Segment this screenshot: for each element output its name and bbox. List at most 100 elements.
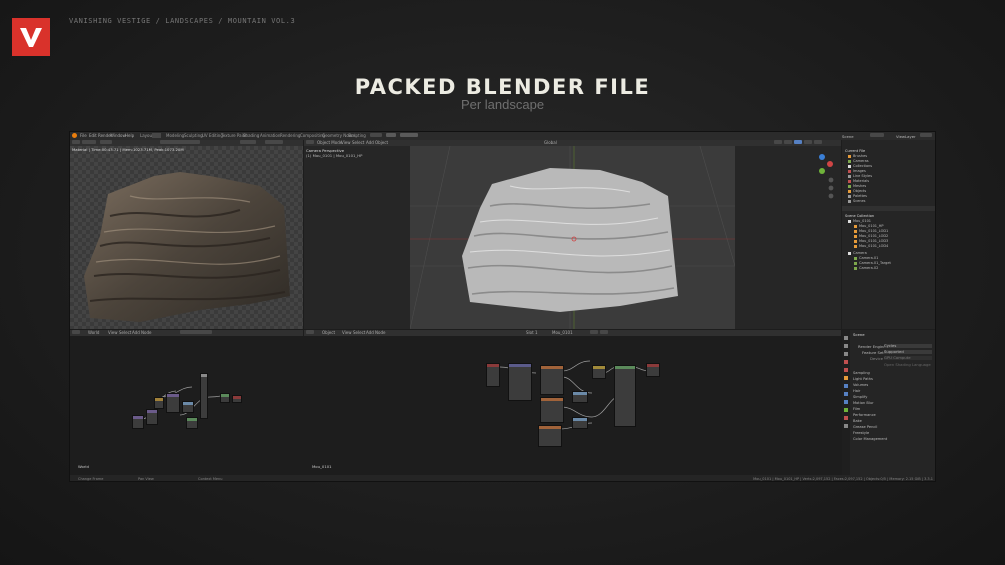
composite-field[interactable] [265,140,283,144]
viewport-left-margin[interactable]: Camera Perspective (1) Mou_0101 | Mou_01… [304,146,410,329]
shader-node[interactable] [486,363,500,387]
outliner-category[interactable]: Scenes [848,199,866,203]
world-selector[interactable] [180,330,212,334]
object-tab-icon[interactable] [844,376,848,380]
node-menu-node[interactable]: Node [141,330,151,336]
camera-view[interactable] [410,146,735,329]
section-film[interactable]: Film [853,407,860,412]
render-result-field[interactable] [160,140,200,144]
outliner-category[interactable]: Palettes [848,194,867,198]
shader-menu-select[interactable]: Select [353,330,365,336]
shader-node[interactable] [132,415,144,429]
section-hair[interactable]: Hair [853,389,860,394]
outliner-category[interactable]: Collections [848,164,872,168]
outliner-item[interactable]: Mou_0101 [848,219,871,223]
material-slot[interactable]: Slot 1 [526,330,537,336]
outliner-category[interactable]: Objects [848,189,866,193]
section-motion-blur[interactable]: Motion Blur [853,401,874,406]
material-button[interactable] [590,330,598,334]
outliner-category[interactable]: Line Styles [848,174,872,178]
scene-tab-icon[interactable] [844,360,848,364]
outliner-item[interactable]: Camera.02 [854,266,878,270]
node-menu-view[interactable]: View [108,330,118,336]
shader-node[interactable] [182,401,194,413]
world-node-editor[interactable]: World [70,337,303,475]
menu-file[interactable]: File [80,133,87,138]
constraint-tab-icon[interactable] [844,400,848,404]
outliner-item[interactable]: Mou_0101_LOD1 [854,229,888,233]
shading-button[interactable] [814,140,822,144]
node-menu-select[interactable]: Select [119,330,131,336]
shader-node[interactable] [572,391,588,403]
shader-node[interactable] [540,365,564,395]
section-freestyle[interactable]: Freestyle [853,431,869,436]
viewport-right-margin[interactable] [735,146,841,329]
feature-set-field[interactable]: Supported [884,350,932,354]
tab-scripting[interactable]: Scripting [346,133,368,138]
blender-logo-icon[interactable] [72,133,77,138]
world-tab-icon[interactable] [844,368,848,372]
outliner-item[interactable]: Mou_0101_LOD3 [854,239,888,243]
view-menu-button[interactable] [82,140,96,144]
menu-window[interactable]: Window [110,133,126,138]
shader-node[interactable] [592,365,606,379]
section-volumes[interactable]: Volumes [853,383,868,388]
section-grease-pencil[interactable]: Grease Pencil [853,425,877,430]
outliner-category[interactable]: Brushes [848,154,867,158]
view-layer-field[interactable] [920,133,932,137]
slot-field[interactable] [240,140,256,144]
modifier-tab-icon[interactable] [844,384,848,388]
data-tab-icon[interactable] [844,408,848,412]
render-engine-field[interactable]: Cycles [884,344,932,348]
section-simplify[interactable]: Simplify [853,395,867,400]
shader-menu-node[interactable]: Node [375,330,385,336]
scene-field[interactable] [870,133,884,137]
tab-active-marker[interactable]: ​ [152,133,162,138]
image-editor-area[interactable]: Material | Time:00:43.71 | Mem:1023.71M,… [70,146,303,329]
material-name[interactable]: Mou_0101 [552,330,573,336]
outliner-category[interactable]: Cameras [848,159,869,163]
shader-node-mode[interactable]: Object [322,330,335,336]
editor-type-button[interactable] [72,140,80,144]
render-tab-icon[interactable] [844,336,848,340]
shading-button[interactable] [804,140,812,144]
scene-selector[interactable]: Scene [842,134,854,139]
shader-node[interactable] [232,395,242,403]
editor-type-button[interactable] [306,330,314,334]
outliner-item[interactable]: Mou_0101_HP [854,224,884,228]
outliner-root[interactable]: Current File [845,149,865,153]
world-node-mode[interactable]: World [88,330,99,336]
osl-checkbox[interactable]: Open Shading Language [884,362,931,367]
outliner-item[interactable]: Camera.01_Target [854,261,891,265]
material-button[interactable] [600,330,608,334]
shading-button[interactable] [774,140,782,144]
extra-tab-button[interactable] [386,133,396,137]
shader-node[interactable] [166,393,180,413]
editor-type-button[interactable] [306,140,314,144]
shader-node[interactable] [646,363,660,377]
outliner-category[interactable]: Meshes [848,184,866,188]
shader-menu-view[interactable]: View [342,330,352,336]
material-tab-icon[interactable] [844,416,848,420]
view-layer-tab-icon[interactable] [844,352,848,356]
outliner-category[interactable]: Materials [848,179,869,183]
shading-button[interactable] [794,140,802,144]
shader-node[interactable] [146,409,158,425]
menu-help[interactable]: Help [125,133,134,138]
menu-edit[interactable]: Edit [89,133,97,138]
shader-menu-add[interactable]: Add [366,330,374,336]
outliner-item[interactable]: Camera [848,251,867,255]
section-bake[interactable]: Bake [853,419,862,424]
outliner-category[interactable]: Images [848,169,866,173]
shader-node[interactable] [154,397,164,409]
outliner-item[interactable]: Mou_0101_LOD4 [854,244,888,248]
extra-tab-button[interactable] [370,133,382,137]
node-menu-add[interactable]: Add [132,330,140,336]
shader-node[interactable] [186,417,198,429]
shader-node[interactable] [572,417,588,429]
editor-type-button[interactable] [72,330,80,334]
texture-tab-icon[interactable] [844,424,848,428]
outliner-item[interactable]: Camera.01 [854,256,878,260]
material-node-editor[interactable]: Mou_0101 [304,337,841,475]
shader-node[interactable] [220,393,230,403]
